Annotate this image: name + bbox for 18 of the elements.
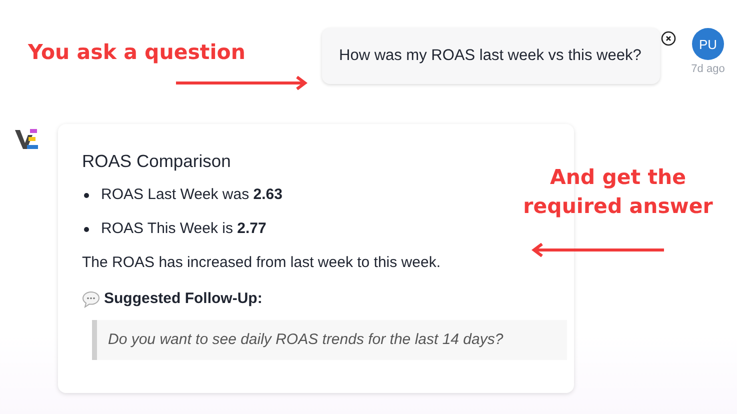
logo-icon — [15, 128, 38, 150]
left-arrow-icon — [531, 243, 665, 257]
right-arrow-icon — [175, 76, 309, 90]
answer-summary: The ROAS has increased from last week to this week. — [82, 254, 442, 272]
bullet-text: ROAS This Week is 2.77 — [101, 220, 266, 238]
answer-title: ROAS Comparison — [82, 150, 232, 172]
message-text: How was my ROAS last week vs this week? — [339, 47, 642, 65]
timestamp: 7d ago — [691, 63, 725, 75]
close-icon[interactable] — [661, 31, 676, 46]
annotation-text: And get the required answer — [522, 164, 714, 220]
follow-up-question[interactable]: Do you want to see daily ROAS trends for the last 14 days? — [92, 320, 567, 360]
speech-bubble-icon — [82, 290, 100, 308]
bullet-icon — [84, 192, 89, 198]
bullet-text: ROAS Last Week was 2.63 — [101, 186, 282, 204]
user-avatar: PU — [692, 28, 724, 60]
annotation-text: You ask a question — [28, 39, 246, 66]
follow-up-heading: Suggested Follow-Up: — [104, 290, 262, 308]
bullet-icon — [84, 226, 89, 232]
